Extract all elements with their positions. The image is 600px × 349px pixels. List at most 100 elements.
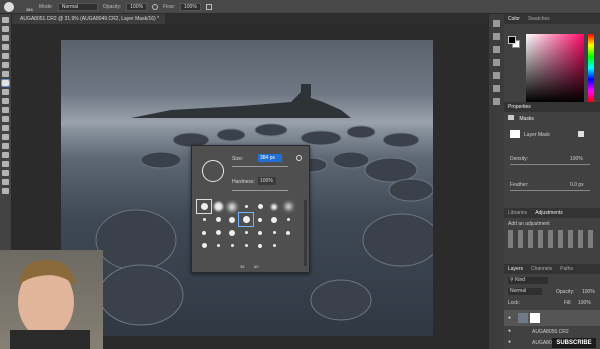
brush-swatch[interactable] [239,200,253,213]
brush-swatch-selected[interactable] [238,212,254,227]
subscribe-button[interactable]: SUBSCRIBE [552,338,596,348]
eye-icon[interactable]: ● [508,328,511,334]
brush-swatch[interactable] [253,226,267,239]
brush-swatch[interactable] [267,200,281,213]
path-select-tool-icon[interactable] [2,161,9,167]
actions-icon[interactable] [493,33,500,40]
crop-tool-icon[interactable] [2,53,9,59]
mode-select[interactable]: Normal [57,2,98,11]
brush-swatch[interactable] [197,226,211,239]
info-icon[interactable] [493,98,500,105]
pen-tool-icon[interactable] [2,143,9,149]
layer-thumbnail [518,313,528,323]
opacity-field[interactable]: 100% [126,2,148,11]
document-tab[interactable]: AUGA8051.CR2 @ 31.9% (AUGA8049.CR2, Laye… [14,14,166,24]
foreground-color-swatch[interactable] [508,36,516,44]
brush-swatch[interactable] [197,213,211,226]
history-icon[interactable] [493,20,500,27]
size-field[interactable]: 384 px [258,154,282,162]
brush-swatch[interactable] [281,226,295,239]
tab-libraries[interactable]: Libraries [508,208,527,218]
tab-paths[interactable]: Paths [560,264,573,274]
brush-swatch[interactable] [281,200,295,213]
move-tool-icon[interactable] [2,17,9,23]
color-field[interactable] [526,34,584,102]
pressure-opacity-icon[interactable] [152,3,159,10]
eraser-tool-icon[interactable] [2,107,9,113]
hardness-field[interactable]: 100% [258,177,276,185]
brush-swatch[interactable] [267,239,281,252]
brush-swatch[interactable] [253,239,267,252]
feather-slider[interactable] [510,190,590,191]
layer-mask-thumb[interactable] [530,313,540,323]
blend-mode-select[interactable]: Normal [508,288,542,295]
brush-swatch[interactable] [211,239,225,252]
airbrush-icon[interactable] [205,3,212,10]
brush-swatch[interactable] [239,226,253,239]
layer-row[interactable]: ● AUGA8050.CR2 [504,326,600,337]
brush-swatch[interactable] [197,239,211,252]
brush-swatch[interactable] [225,200,239,213]
fill-label: Fill: [564,300,572,306]
character-icon[interactable] [493,72,500,79]
pixel-mask-icon[interactable] [578,131,584,137]
brush-tool-icon[interactable] [1,79,10,87]
clone-source-icon[interactable] [493,59,500,66]
brush-swatch[interactable] [225,226,239,239]
layer-row-mask[interactable]: ● [504,310,600,326]
tab-layers[interactable]: Layers [508,264,523,274]
brush-angle-preview[interactable] [202,160,224,182]
popup-scrollbar[interactable] [304,200,307,266]
brush-swatch[interactable] [196,199,212,214]
clone-stamp-tool-icon[interactable] [2,89,9,95]
brush-settings-icon[interactable] [493,46,500,53]
brush-swatch[interactable] [211,213,225,226]
density-slider[interactable] [510,164,590,165]
eye-icon[interactable]: ● [508,339,511,345]
eye-icon[interactable]: ● [508,315,511,321]
hue-slider[interactable] [588,34,594,102]
brush-swatch[interactable] [281,213,295,226]
paragraph-icon[interactable] [493,85,500,92]
dodge-tool-icon[interactable] [2,134,9,140]
brush-swatch[interactable] [239,239,253,252]
gear-icon[interactable] [296,155,302,161]
layer-filter-kind[interactable]: ⚲ Kind [508,277,548,284]
feather-value[interactable]: 0.0 px [570,182,584,188]
lock-label: Lock: [508,300,520,306]
quick-select-tool-icon[interactable] [2,44,9,50]
options-bar: 384 Mode: Normal Opacity: 100% Flow: 100… [0,0,600,14]
shape-tool-icon[interactable] [2,170,9,176]
brush-preset-picker[interactable] [4,1,14,12]
gradient-tool-icon[interactable] [2,116,9,122]
healing-tool-icon[interactable] [2,71,9,77]
tab-adjustments[interactable]: Adjustments [535,208,563,218]
size-slider[interactable] [232,166,288,167]
history-brush-tool-icon[interactable] [2,98,9,104]
hardness-slider[interactable] [232,190,288,191]
tab-swatches[interactable]: Swatches [528,14,550,24]
lasso-tool-icon[interactable] [2,35,9,41]
brush-swatch[interactable] [211,200,225,213]
type-tool-icon[interactable] [2,152,9,158]
blur-tool-icon[interactable] [2,125,9,131]
brush-swatch[interactable] [267,213,281,226]
brush-swatch[interactable] [253,213,267,226]
brush-swatch[interactable] [267,226,281,239]
eyedropper-tool-icon[interactable] [2,62,9,68]
layer-mask-thumbnail[interactable] [510,130,520,138]
brush-swatch[interactable] [225,213,239,226]
layer-opacity-value[interactable]: 100% [582,289,595,295]
flow-field[interactable]: 100% [180,2,201,11]
tab-channels[interactable]: Channels [531,264,552,274]
density-value[interactable]: 100% [570,156,583,162]
brush-swatch[interactable] [253,200,267,213]
fill-value[interactable]: 100% [578,300,591,306]
brush-swatch[interactable] [225,239,239,252]
marquee-tool-icon[interactable] [2,26,9,32]
brush-swatch[interactable] [211,226,225,239]
zoom-tool-icon[interactable] [2,188,9,194]
hardness-label: Hardness: [232,179,255,185]
hand-tool-icon[interactable] [2,179,9,185]
tab-color[interactable]: Color [508,14,520,24]
